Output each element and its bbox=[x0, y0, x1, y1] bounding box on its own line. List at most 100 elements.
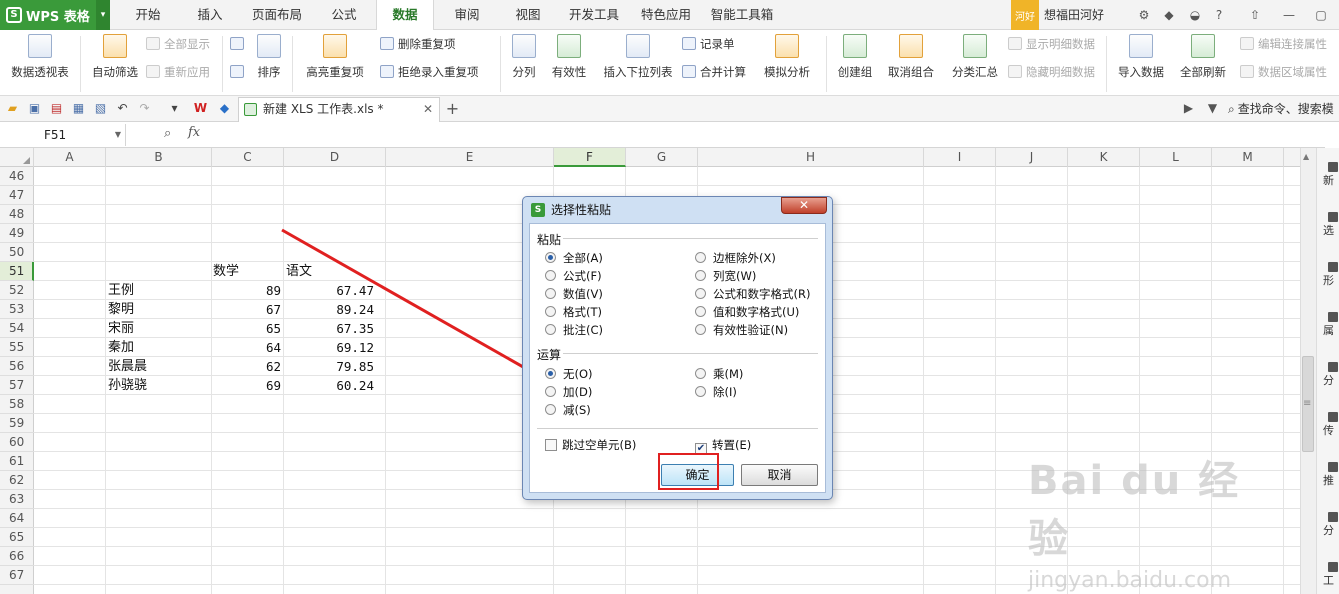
side-panel-item[interactable]: 分 bbox=[1323, 512, 1339, 538]
column-header[interactable]: I bbox=[924, 148, 996, 167]
message-icon[interactable]: ▼ bbox=[1204, 100, 1221, 117]
tab-developer[interactable]: 开发工具 bbox=[560, 0, 628, 30]
column-header[interactable]: A bbox=[34, 148, 106, 167]
reject-duplicates-button[interactable]: 拒绝录入重复项 bbox=[380, 62, 479, 82]
tab-data[interactable]: 数据 bbox=[376, 0, 434, 31]
side-panel-item[interactable]: 工 bbox=[1323, 562, 1339, 588]
cancel-button[interactable]: 取消 bbox=[741, 464, 818, 486]
cell-chinese[interactable]: 89.24 bbox=[284, 300, 374, 319]
skip-blanks-checkbox[interactable]: 跳过空单元(B) bbox=[545, 437, 636, 453]
paste-option-radio[interactable]: 批注(C) bbox=[545, 322, 603, 338]
row-header[interactable]: 47 bbox=[0, 186, 34, 205]
delete-duplicates-button[interactable]: 删除重复项 bbox=[380, 34, 456, 54]
cell-D51[interactable]: 语文 bbox=[286, 262, 312, 281]
play-icon[interactable]: ▶ bbox=[1180, 100, 1197, 117]
side-panel-item[interactable]: 新 bbox=[1323, 162, 1339, 188]
pivot-table-button[interactable]: 数据透视表 bbox=[6, 34, 74, 92]
operation-option-radio[interactable]: 除(I) bbox=[695, 384, 737, 400]
row-header[interactable]: 54 bbox=[0, 319, 34, 338]
document-tab[interactable]: 新建 XLS 工作表.xls * ✕ bbox=[238, 97, 440, 122]
insert-dropdown-button[interactable]: 插入下拉列表 bbox=[600, 34, 676, 92]
undo-icon[interactable]: ↶ bbox=[114, 100, 131, 117]
paste-option-radio[interactable]: 列宽(W) bbox=[695, 268, 756, 284]
user-name[interactable]: 想福田河好 bbox=[1044, 0, 1104, 30]
zoom-search-icon[interactable]: ⌕ bbox=[164, 126, 171, 141]
print-icon[interactable]: ▦ bbox=[70, 100, 87, 117]
row-header[interactable]: 60 bbox=[0, 433, 34, 452]
maximize-icon[interactable]: ▢ bbox=[1312, 6, 1330, 24]
name-box[interactable]: F51 ▼ bbox=[0, 124, 126, 146]
select-all-corner[interactable] bbox=[0, 148, 34, 167]
column-header[interactable]: L bbox=[1140, 148, 1212, 167]
new-tab-icon[interactable]: + bbox=[444, 100, 461, 117]
column-header[interactable]: M bbox=[1212, 148, 1284, 167]
cell-name[interactable]: 秦加 bbox=[108, 338, 134, 357]
tab-insert[interactable]: 插入 bbox=[182, 0, 238, 30]
command-search[interactable]: ⌕ 查找命令、搜索模 bbox=[1228, 96, 1334, 122]
customize-dropdown-icon[interactable]: ▾ bbox=[166, 100, 183, 117]
cell-math[interactable]: 67 bbox=[212, 300, 281, 319]
chevron-down-icon[interactable]: ▼ bbox=[115, 124, 121, 146]
hide-detail-button[interactable]: 隐藏明细数据 bbox=[1008, 62, 1095, 82]
side-panel-item[interactable]: 选 bbox=[1323, 212, 1339, 238]
cell-name[interactable]: 王例 bbox=[108, 281, 134, 300]
cell-math[interactable]: 69 bbox=[212, 376, 281, 395]
sort-desc-button[interactable] bbox=[230, 62, 248, 82]
column-header[interactable]: C bbox=[212, 148, 284, 167]
column-header[interactable]: D bbox=[284, 148, 386, 167]
row-header[interactable]: 62 bbox=[0, 471, 34, 490]
row-header[interactable]: 51 bbox=[0, 262, 34, 281]
row-header[interactable]: 59 bbox=[0, 414, 34, 433]
row-header[interactable]: 49 bbox=[0, 224, 34, 243]
paste-option-radio[interactable]: 全部(A) bbox=[545, 250, 603, 266]
skin-icon[interactable]: ◆ bbox=[1160, 6, 1178, 24]
cell-name[interactable]: 张晨晨 bbox=[108, 357, 147, 376]
side-panel-item[interactable]: 分 bbox=[1323, 362, 1339, 388]
operation-option-radio[interactable]: 无(O) bbox=[545, 366, 593, 382]
row-header[interactable]: 67 bbox=[0, 566, 34, 585]
row-header[interactable]: 56 bbox=[0, 357, 34, 376]
tab-page-layout[interactable]: 页面布局 bbox=[242, 0, 312, 30]
wps-w-icon[interactable]: W bbox=[192, 100, 209, 117]
row-header[interactable]: 52 bbox=[0, 281, 34, 300]
row-header[interactable]: 58 bbox=[0, 395, 34, 414]
operation-option-radio[interactable]: 乘(M) bbox=[695, 366, 743, 382]
what-if-analysis-button[interactable]: 模拟分析 bbox=[756, 34, 818, 92]
edit-connection-button[interactable]: 编辑连接属性 bbox=[1240, 34, 1327, 54]
refresh-all-button[interactable]: 全部刷新 bbox=[1172, 34, 1234, 92]
close-tab-icon[interactable]: ✕ bbox=[423, 98, 433, 121]
column-header[interactable]: E bbox=[386, 148, 554, 167]
help-icon[interactable]: ? bbox=[1210, 6, 1228, 24]
sort-asc-button[interactable] bbox=[230, 34, 248, 54]
fx-icon[interactable]: fx bbox=[188, 125, 200, 140]
row-header[interactable]: 48 bbox=[0, 205, 34, 224]
ungroup-button[interactable]: 取消组合 bbox=[880, 34, 942, 92]
tab-smart-toolbox[interactable]: 智能工具箱 bbox=[704, 0, 780, 30]
row-header[interactable]: 46 bbox=[0, 167, 34, 186]
row-header[interactable]: 61 bbox=[0, 452, 34, 471]
column-header[interactable]: H bbox=[698, 148, 924, 167]
sort-button[interactable]: 排序 bbox=[252, 34, 286, 92]
settings-icon[interactable]: ⚙ bbox=[1135, 6, 1153, 24]
row-header[interactable]: 64 bbox=[0, 509, 34, 528]
cell-chinese[interactable]: 69.12 bbox=[284, 338, 374, 357]
export-pdf-icon[interactable]: ▤ bbox=[48, 100, 65, 117]
row-header[interactable]: 63 bbox=[0, 490, 34, 509]
column-header[interactable]: J bbox=[996, 148, 1068, 167]
print-preview-icon[interactable]: ▧ bbox=[92, 100, 109, 117]
side-panel-item[interactable]: 属 bbox=[1323, 312, 1339, 338]
tab-home[interactable]: 开始 bbox=[118, 0, 178, 30]
column-header[interactable]: B bbox=[106, 148, 212, 167]
user-badge[interactable]: 河好 bbox=[1011, 0, 1039, 30]
show-all-button[interactable]: 全部显示 bbox=[146, 34, 210, 54]
redo-icon[interactable]: ↷ bbox=[136, 100, 153, 117]
cell-C51[interactable]: 数学 bbox=[213, 262, 239, 281]
paste-option-radio[interactable]: 有效性验证(N) bbox=[695, 322, 788, 338]
record-form-button[interactable]: 记录单 bbox=[682, 34, 735, 54]
scroll-up-icon[interactable]: ▲ bbox=[1303, 152, 1309, 161]
reapply-button[interactable]: 重新应用 bbox=[146, 62, 210, 82]
paste-option-radio[interactable]: 值和数字格式(U) bbox=[695, 304, 799, 320]
restore-ribbon-icon[interactable]: ⇧ bbox=[1246, 6, 1264, 24]
cell-name[interactable]: 宋丽 bbox=[108, 319, 134, 338]
formula-input[interactable] bbox=[222, 124, 1322, 146]
